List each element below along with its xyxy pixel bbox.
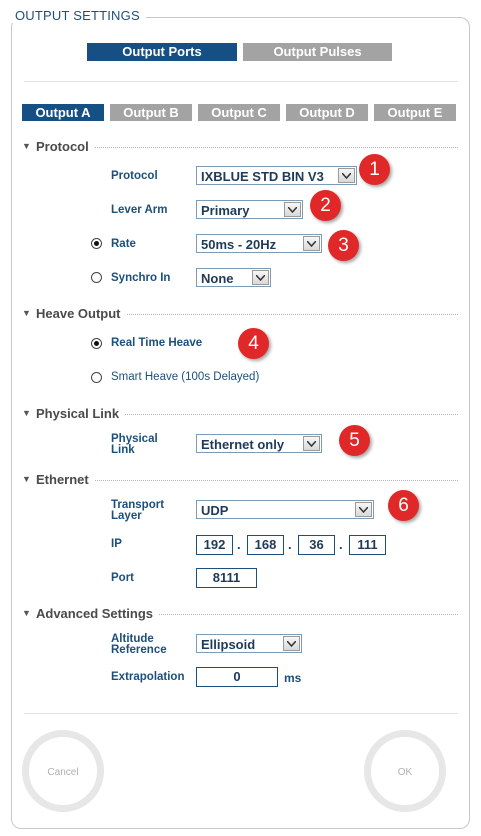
physical-link-label: Physical Link xyxy=(111,433,158,456)
triangle-down-icon: ▼ xyxy=(22,474,31,484)
select-value: UDP xyxy=(201,503,229,518)
chevron-down-icon xyxy=(303,436,320,451)
extrapolation-label: Extrapolation xyxy=(111,671,185,683)
label-line: Reference xyxy=(111,644,167,656)
ip-separator: . xyxy=(339,537,343,552)
triangle-down-icon: ▼ xyxy=(22,408,31,418)
chevron-down-icon xyxy=(355,502,372,517)
altitude-reference-label: Altitude Reference xyxy=(111,633,167,656)
extrapolation-unit: ms xyxy=(284,671,302,685)
label-line: Layer xyxy=(111,510,142,522)
ip-separator: . xyxy=(288,537,292,552)
annotation-badge-2: 2 xyxy=(310,190,341,221)
triangle-down-icon: ▼ xyxy=(22,141,31,151)
rate-select[interactable]: 50ms - 20Hz xyxy=(196,234,322,253)
physical-link-select[interactable]: Ethernet only xyxy=(196,434,322,453)
tab-output-ports[interactable]: Output Ports xyxy=(87,43,237,61)
protocol-label: Protocol xyxy=(111,170,158,182)
port-label: Port xyxy=(111,572,134,584)
section-title: Ethernet xyxy=(36,471,89,487)
ip-octet-4[interactable]: 111 xyxy=(349,535,386,555)
section-advanced-settings[interactable]: ▼ Advanced Settings xyxy=(22,605,458,621)
ip-octet-1[interactable]: 192 xyxy=(196,535,233,555)
chevron-down-icon xyxy=(338,168,355,183)
triangle-down-icon: ▼ xyxy=(22,308,31,318)
ok-button-label: OK xyxy=(397,767,413,778)
select-value: 50ms - 20Hz xyxy=(201,237,277,252)
rate-label: Rate xyxy=(111,238,136,250)
window-title: OUTPUT SETTINGS xyxy=(9,8,146,23)
ip-separator: . xyxy=(237,537,241,552)
tab-output-c[interactable]: Output C xyxy=(198,104,280,121)
altitude-reference-select[interactable]: Ellipsoid xyxy=(196,634,302,653)
extrapolation-input[interactable]: 0 xyxy=(196,667,278,687)
synchro-in-select[interactable]: None xyxy=(196,268,271,287)
tab-output-d[interactable]: Output D xyxy=(286,104,368,121)
ok-button[interactable]: OK xyxy=(364,730,446,812)
ip-octet-3[interactable]: 36 xyxy=(298,535,335,555)
synchro-in-label: Synchro In xyxy=(111,272,171,284)
select-value: IXBLUE STD BIN V3 xyxy=(201,169,324,184)
chevron-down-icon xyxy=(303,236,320,251)
protocol-select[interactable]: IXBLUE STD BIN V3 xyxy=(196,166,357,185)
cancel-button-label: Cancel xyxy=(47,767,79,778)
section-physical-link[interactable]: ▼ Physical Link xyxy=(22,405,458,421)
section-title: Physical Link xyxy=(36,405,120,421)
transport-layer-label: Transport Layer xyxy=(111,499,164,522)
lever-arm-label: Lever Arm xyxy=(111,204,168,216)
divider xyxy=(125,413,458,415)
divider xyxy=(24,81,458,82)
select-value: Ethernet only xyxy=(201,437,285,452)
section-protocol[interactable]: ▼ Protocol xyxy=(22,138,458,154)
divider xyxy=(24,713,458,714)
port-input[interactable]: 8111 xyxy=(196,568,257,588)
tab-output-a[interactable]: Output A xyxy=(22,104,104,121)
select-value: Primary xyxy=(201,203,250,218)
section-title: Advanced Settings xyxy=(36,605,154,621)
tab-output-e[interactable]: Output E xyxy=(374,104,456,121)
ip-octet-2[interactable]: 168 xyxy=(247,535,284,555)
divider xyxy=(94,146,458,148)
smart-heave-radio[interactable] xyxy=(91,372,102,383)
divider xyxy=(126,313,458,315)
annotation-badge-6: 6 xyxy=(388,490,419,521)
tab-output-b[interactable]: Output B xyxy=(110,104,192,121)
annotation-badge-4: 4 xyxy=(238,328,269,359)
select-value: Ellipsoid xyxy=(201,637,256,652)
ip-label: IP xyxy=(111,538,122,550)
triangle-down-icon: ▼ xyxy=(22,608,31,618)
annotation-badge-1: 1 xyxy=(359,154,390,185)
rate-radio[interactable] xyxy=(91,238,102,249)
tab-output-pulses[interactable]: Output Pulses xyxy=(243,43,392,61)
real-time-heave-label: Real Time Heave xyxy=(111,337,203,349)
section-title: Protocol xyxy=(36,138,89,154)
divider xyxy=(159,613,458,615)
divider xyxy=(94,479,458,481)
section-ethernet[interactable]: ▼ Ethernet xyxy=(22,471,458,487)
lever-arm-select[interactable]: Primary xyxy=(196,200,303,219)
annotation-badge-3: 3 xyxy=(328,230,359,261)
chevron-down-icon xyxy=(283,636,300,651)
cancel-button[interactable]: Cancel xyxy=(22,730,104,812)
transport-layer-select[interactable]: UDP xyxy=(196,500,374,519)
annotation-badge-5: 5 xyxy=(339,425,370,456)
label-line: Link xyxy=(111,444,135,456)
section-title: Heave Output xyxy=(36,305,121,321)
chevron-down-icon xyxy=(252,270,269,285)
smart-heave-label: Smart Heave (100s Delayed) xyxy=(111,371,260,383)
synchro-in-radio[interactable] xyxy=(91,272,102,283)
chevron-down-icon xyxy=(284,202,301,217)
real-time-heave-radio[interactable] xyxy=(91,338,102,349)
section-heave-output[interactable]: ▼ Heave Output xyxy=(22,305,458,321)
select-value: None xyxy=(201,271,234,286)
